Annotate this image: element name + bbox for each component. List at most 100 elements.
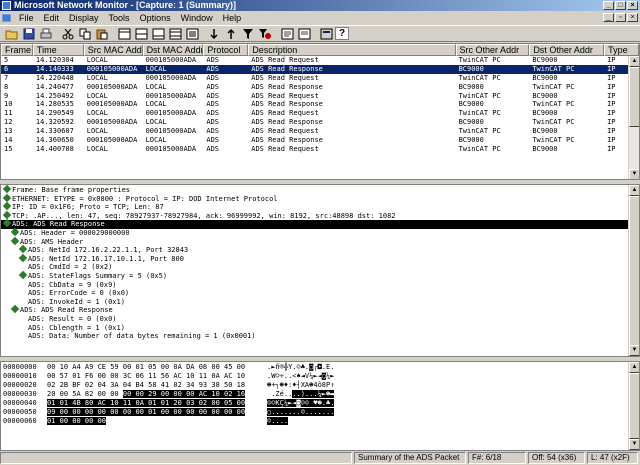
close-button[interactable]: ×	[627, 1, 638, 10]
scroll-down-arrow[interactable]: ▼	[629, 345, 639, 356]
tree-expand-icon[interactable]	[10, 305, 20, 314]
menu-options[interactable]: Options	[135, 13, 176, 23]
tree-node[interactable]: ADS: Cblength = 1 (0x1)	[1, 324, 639, 333]
tree-node[interactable]: ADS: ADS Read Response	[1, 219, 629, 229]
tree-expand-icon[interactable]	[18, 270, 28, 280]
tree-node[interactable]: ADS: AMS Header	[1, 236, 639, 247]
tree-expand-icon[interactable]	[18, 253, 28, 262]
col-frame[interactable]: Frame	[1, 44, 33, 56]
tree-node[interactable]: ADS: StateFlags Summary = 5 (0x5)	[1, 270, 639, 281]
menu-edit[interactable]: Edit	[39, 13, 65, 23]
mdi-restore-button[interactable]: ▫	[615, 13, 626, 22]
tree-expand-icon[interactable]	[10, 227, 20, 237]
hex-line[interactable]: 00000050 09 00 00 00 00 00 00 00 01 00 00…	[1, 408, 639, 417]
tree-node[interactable]: ADS: ADS Read Response	[1, 305, 639, 315]
cut-icon[interactable]	[60, 26, 76, 41]
pane-all-icon[interactable]	[167, 26, 183, 41]
tree-expand-icon[interactable]	[2, 210, 12, 220]
table-row[interactable]: 9 14.250492 LOCAL 000105000ADA ADS ADS Read R…	[1, 92, 639, 101]
tree-node[interactable]: ETHERNET: ETYPE = 0x0800 : Protocol = IP…	[1, 193, 639, 204]
mdi-document-icon[interactable]	[2, 14, 11, 22]
open-icon[interactable]	[4, 26, 20, 41]
previous-icon[interactable]	[223, 26, 239, 41]
menu-tools[interactable]: Tools	[104, 13, 135, 23]
pane-hex-icon[interactable]	[150, 26, 166, 41]
tree-node[interactable]: ADS: NetId 172.16.2.22.1.1, Port 32843	[1, 244, 639, 255]
tree-node[interactable]: ADS: InvokeId = 1 (0x1)	[1, 298, 639, 307]
tree-node[interactable]: ADS: CmdId = 2 (0x2)	[1, 263, 639, 272]
table-row[interactable]: 11 14.290549 LOCAL 000105000ADA ADS ADS Read …	[1, 109, 639, 118]
tree-expand-icon[interactable]	[2, 185, 12, 194]
help-icon[interactable]: ?	[335, 27, 349, 40]
table-row[interactable]: 13 14.330607 LOCAL 000105000ADA ADS ADS Read …	[1, 127, 639, 136]
scroll-thumb[interactable]	[629, 67, 639, 127]
table-row[interactable]: 14 14.360650 000105000ADA LOCAL ADS ADS Read …	[1, 136, 639, 145]
tree-node[interactable]: Frame: Base frame properties	[1, 185, 639, 195]
hex-line[interactable]: 00000030 20 00 5A 82 00 00 00 00 29 00 00…	[1, 390, 639, 399]
scroll-down-arrow[interactable]: ▼	[629, 169, 639, 179]
scroll-thumb[interactable]	[629, 196, 639, 346]
hex-line[interactable]: 00000020 02 2B BF 02 04 3A 04 B4 58 41 02…	[1, 381, 639, 390]
hex-line[interactable]: 00000060 01 00 00 00 00 ☺....	[1, 417, 639, 426]
table-row[interactable]: 10 14.280535 000105000ADA LOCAL ADS ADS Read …	[1, 100, 639, 109]
find-icon[interactable]	[279, 26, 295, 41]
title-bar[interactable]: Microsoft Network Monitor - [Capture: 1 …	[0, 0, 640, 11]
pane-summary-icon[interactable]	[116, 26, 132, 41]
col-type[interactable]: Type	[604, 44, 639, 56]
hex-line[interactable]: 00000010 00 57 01 F6 00 00 3C 06 11 56 AC…	[1, 372, 639, 381]
app-icon[interactable]	[2, 1, 11, 10]
tree-expand-icon[interactable]	[2, 193, 12, 202]
col-time[interactable]: Time	[32, 44, 84, 56]
tree-expand-icon[interactable]	[18, 244, 28, 254]
maximize-button[interactable]: □	[615, 1, 626, 10]
table-row[interactable]: 6 14.140333 000105000ADA LOCAL ADS ADS Read R…	[1, 64, 639, 74]
display-filter-icon[interactable]	[257, 26, 273, 41]
scroll-up-arrow[interactable]: ▲	[629, 185, 639, 196]
next-icon[interactable]	[206, 26, 222, 41]
scroll-thumb[interactable]	[629, 373, 639, 439]
table-row[interactable]: 7 14.220448 LOCAL 000105000ADA ADS ADS Read R…	[1, 74, 639, 83]
zoom-icon[interactable]	[184, 26, 200, 41]
menu-file[interactable]: File	[14, 13, 39, 23]
menu-window[interactable]: Window	[176, 13, 218, 23]
tree-node[interactable]: ADS: ErrorCode = 0 (0x0)	[1, 289, 639, 298]
col-dst-mac[interactable]: Dst MAC Addr	[142, 44, 204, 56]
tree-node[interactable]: ADS: Result = 0 (0x0)	[1, 315, 639, 324]
properties-icon[interactable]	[318, 26, 334, 41]
save-icon[interactable]	[21, 26, 37, 41]
col-protocol[interactable]: Protocol	[203, 44, 249, 56]
scroll-down-arrow[interactable]: ▼	[629, 439, 639, 450]
filter-icon[interactable]	[240, 26, 256, 41]
minimize-button[interactable]: _	[603, 1, 614, 10]
find-previous-icon[interactable]	[296, 26, 312, 41]
col-description[interactable]: Description	[248, 44, 456, 56]
tree-expand-icon[interactable]	[10, 236, 20, 245]
summary-scrollbar[interactable]: ▲ ▼	[628, 56, 639, 179]
pane-detail-icon[interactable]	[133, 26, 149, 41]
table-row[interactable]: 12 14.320592 000105000ADA LOCAL ADS ADS Read …	[1, 118, 639, 127]
tree-node[interactable]: TCP: .AP..., len: 47, seq: 78927937-7892…	[1, 210, 639, 221]
copy-icon[interactable]	[77, 26, 93, 41]
scroll-up-arrow[interactable]: ▲	[629, 56, 639, 67]
paste-icon[interactable]	[94, 26, 110, 41]
table-row[interactable]: 15 14.400708 LOCAL 000105000ADA ADS ADS Read …	[1, 145, 639, 154]
scroll-up-arrow[interactable]: ▲	[629, 362, 639, 373]
table-row[interactable]: 8 14.240477 000105000ADA LOCAL ADS ADS Read R…	[1, 83, 639, 92]
hex-line[interactable]: 00000000 00 10 A4 A9 CE 59 00 01 05 00 0A…	[1, 363, 639, 372]
col-src-other[interactable]: Src Other Addr	[455, 44, 530, 56]
mdi-minimize-button[interactable]: _	[603, 13, 614, 22]
tree-node[interactable]: ADS: NetId 172.16.17.10.1.1, Port 800	[1, 253, 639, 264]
tree-node[interactable]: ADS: Data: Number of data bytes remainin…	[1, 332, 639, 341]
col-src-mac[interactable]: Src MAC Addr	[83, 44, 143, 56]
col-dst-other[interactable]: Dst Other Addr	[529, 44, 605, 56]
tree-expand-icon[interactable]	[2, 219, 12, 228]
detail-scrollbar[interactable]: ▲ ▼	[628, 185, 639, 356]
menu-display[interactable]: Display	[64, 13, 104, 23]
menu-help[interactable]: Help	[218, 13, 247, 23]
mdi-close-button[interactable]: ×	[627, 13, 638, 22]
tree-node[interactable]: ADS: Header = 000029000000	[1, 227, 639, 238]
hex-scrollbar[interactable]: ▲ ▼	[628, 362, 639, 450]
tree-node[interactable]: IP: ID = 0x1F6; Proto = TCP; Len: 87	[1, 201, 639, 212]
tree-expand-icon[interactable]	[2, 201, 12, 211]
hex-line[interactable]: 00000040 01 01 4B 80 AC 10 11 0A 01 01 20…	[1, 399, 639, 408]
